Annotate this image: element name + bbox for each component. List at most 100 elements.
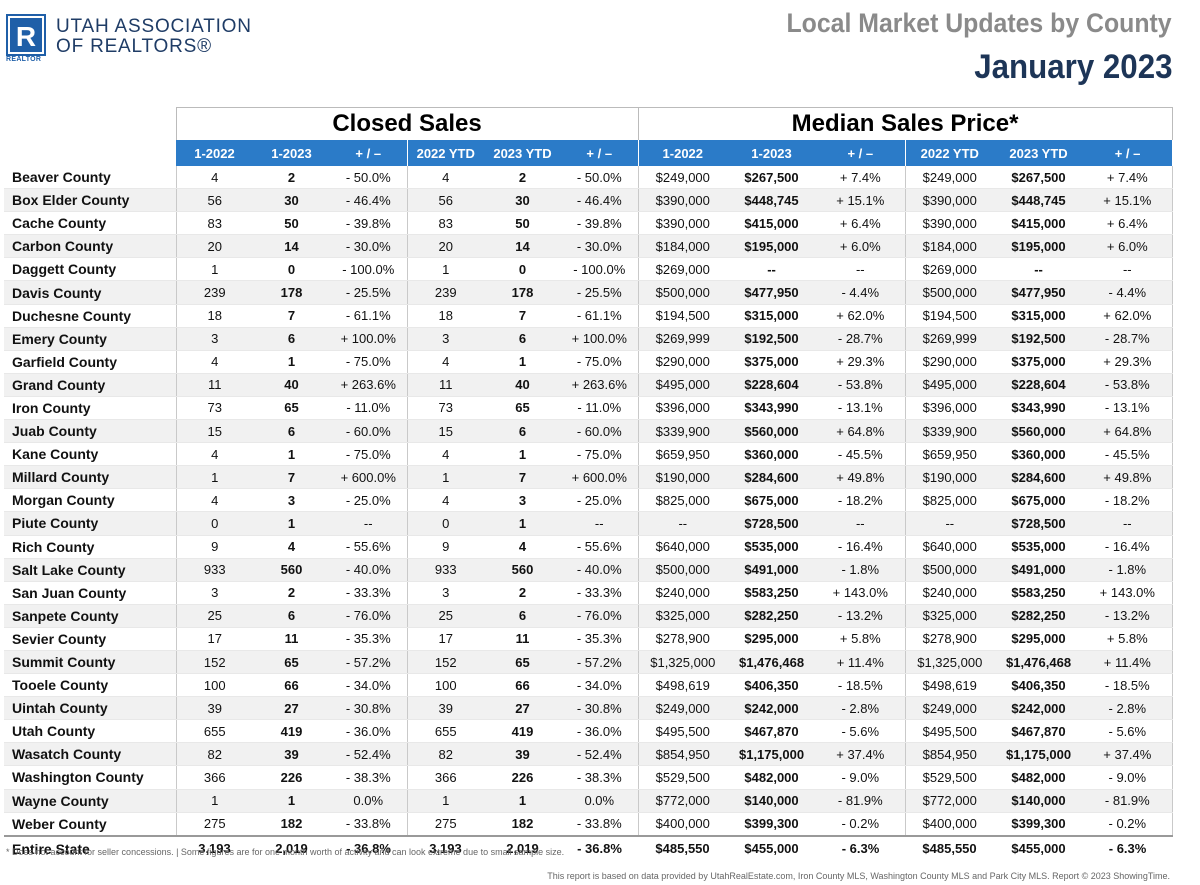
table-cell: 1 [484, 789, 561, 813]
table-cell: $495,000 [904, 373, 995, 397]
table-cell: $415,000 [727, 211, 817, 236]
table-cell: $495,000 [637, 373, 728, 397]
table-cell: -- [330, 511, 407, 536]
table-cell: 100 [175, 673, 253, 698]
table-cell: $659,950 [637, 442, 728, 467]
table-cell: - 33.8% [561, 812, 639, 837]
table-cell: $284,600 [727, 465, 817, 490]
table-cell: 18 [175, 304, 253, 328]
column-header: 2023 YTD [994, 140, 1084, 166]
table-cell: 0 [484, 257, 561, 282]
table-row: Kane County 4 1- 75.0% 4 1- 75.0% $659,950 $36… [4, 442, 1173, 467]
county-name: Duchesne County [4, 304, 176, 328]
table-cell: 65 [484, 396, 561, 421]
table-cell: $195,000 [727, 234, 817, 259]
table-cell: $825,000 [637, 488, 728, 513]
table-row: Tooele County 100 66- 34.0% 100 66- 34.0% $49… [4, 673, 1173, 698]
table-cell: 27 [484, 696, 561, 721]
table-cell: $282,250 [994, 604, 1084, 628]
table-row: Davis County 239 178- 25.5% 239 178- 25.5% $5… [4, 280, 1173, 305]
table-cell: 39 [253, 742, 330, 767]
table-cell: $390,000 [637, 211, 728, 236]
table-cell: - 76.0% [330, 604, 407, 628]
table-row: Box Elder County 56 30- 46.4% 56 30- 46.4% $3… [4, 188, 1173, 213]
table-cell: - 46.4% [330, 188, 407, 213]
column-header-blank [4, 140, 176, 166]
table-cell: 560 [253, 558, 330, 582]
table-cell: $278,900 [637, 627, 728, 651]
table-cell: $728,500 [727, 511, 817, 536]
table-cell: $498,619 [904, 673, 995, 698]
county-name: Utah County [4, 719, 176, 744]
table-cell: -- [1083, 511, 1173, 536]
table-cell: - 81.9% [816, 789, 906, 813]
table-cell: 1 [484, 511, 561, 536]
table-cell: - 28.7% [816, 327, 906, 351]
total-cell: $455,000 [727, 834, 817, 861]
table-cell: 4 [175, 350, 253, 374]
table-cell: 0 [175, 511, 253, 536]
table-cell: - 55.6% [561, 535, 639, 559]
table-cell: 1 [406, 789, 484, 813]
table-cell: + 100.0% [561, 327, 639, 351]
county-name: Kane County [4, 442, 176, 467]
table-cell: 226 [253, 765, 330, 790]
county-name: Tooele County [4, 673, 176, 698]
column-header: 1-2022 [176, 140, 253, 166]
table-cell: $390,000 [904, 188, 995, 213]
table-cell: $491,000 [727, 558, 817, 582]
table-cell: 1 [253, 442, 330, 467]
table-cell: - 25.5% [330, 280, 407, 305]
table-cell: - 5.6% [816, 719, 906, 744]
table-cell: 66 [484, 673, 561, 698]
table-cell: 82 [406, 742, 484, 767]
column-header: + / – [1083, 140, 1173, 166]
footnote: * Does not account for seller concession… [6, 847, 565, 857]
table-cell: $675,000 [994, 488, 1084, 513]
realtor-r-icon: R [6, 14, 46, 56]
table-cell: - 34.0% [561, 673, 639, 698]
table-cell: 6 [253, 327, 330, 351]
table-cell: - 52.4% [330, 742, 407, 767]
table-cell: - 50.0% [330, 166, 407, 190]
table-cell: $500,000 [904, 558, 995, 582]
table-cell: $400,000 [904, 812, 995, 837]
county-name: Beaver County [4, 166, 176, 190]
table-cell: - 35.3% [330, 627, 407, 651]
table-cell: 560 [484, 558, 561, 582]
table-cell: 4 [175, 442, 253, 467]
table-cell: $399,300 [727, 812, 817, 837]
table-cell: 30 [484, 188, 561, 213]
table-cell: - 57.2% [330, 650, 407, 675]
table-cell: $1,476,468 [727, 650, 817, 675]
table-cell: - 75.0% [561, 442, 639, 467]
table-row: Millard County 1 7 + 600.0% 1 7 + 600.0% $190,0… [4, 465, 1173, 490]
table-cell: $1,175,000 [727, 742, 817, 767]
county-name: Box Elder County [4, 188, 176, 213]
table-cell: - 5.6% [1083, 719, 1173, 744]
table-cell: 17 [175, 627, 253, 651]
table-cell: 419 [484, 719, 561, 744]
table-cell: 50 [253, 211, 330, 236]
table-cell: $448,745 [727, 188, 817, 213]
table-cell: 0.0% [561, 789, 639, 813]
table-cell: - 75.0% [330, 350, 407, 374]
table-cell: 2 [484, 581, 561, 605]
table-cell: 1 [175, 257, 253, 282]
table-cell: - 16.4% [1083, 535, 1173, 559]
table-cell: 182 [484, 812, 561, 837]
table-cell: -- [1083, 257, 1173, 282]
county-name: Carbon County [4, 234, 176, 259]
table-cell: 6 [484, 327, 561, 351]
table-cell: $1,325,000 [637, 650, 728, 675]
table-cell: 3 [175, 581, 253, 605]
column-header: 2023 YTD [484, 140, 561, 166]
table-cell: 1 [484, 442, 561, 467]
table-cell: $560,000 [727, 419, 817, 444]
table-cell: $269,000 [904, 257, 995, 282]
table-cell: 1 [253, 511, 330, 536]
table-cell: - 11.0% [330, 396, 407, 421]
table-cell: + 15.1% [816, 188, 906, 213]
table-cell: $228,604 [727, 373, 817, 397]
table-cell: $242,000 [727, 696, 817, 721]
